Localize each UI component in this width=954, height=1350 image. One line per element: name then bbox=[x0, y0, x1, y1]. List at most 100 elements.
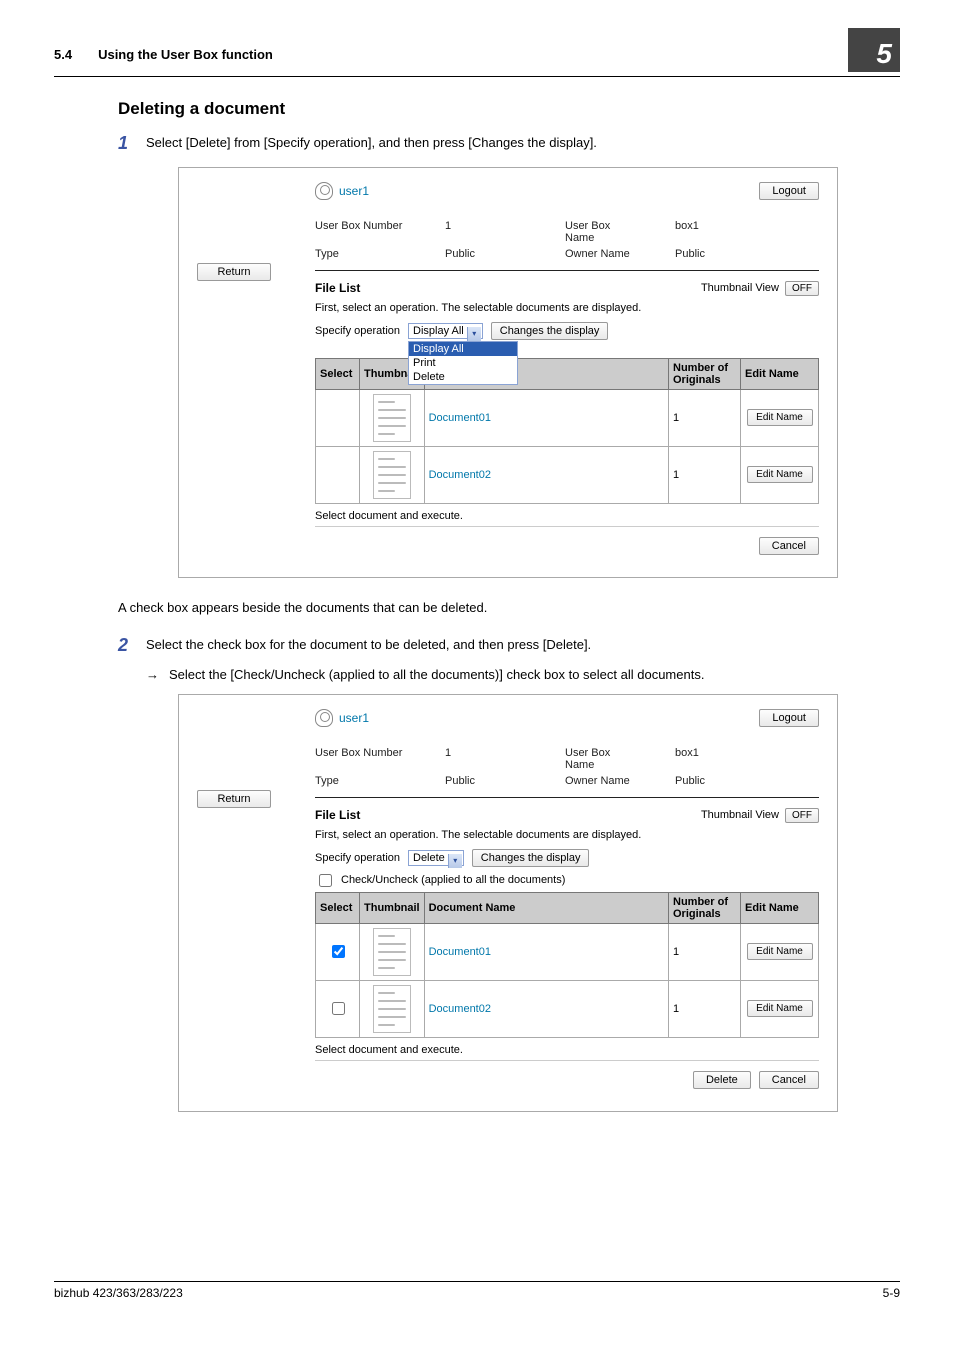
chevron-down-icon: ▾ bbox=[467, 327, 481, 341]
logout-button[interactable]: Logout bbox=[759, 182, 819, 200]
table-row: Document02 1 Edit Name bbox=[316, 980, 819, 1037]
table-row: Document01 1 Edit Name bbox=[316, 389, 819, 446]
username: user1 bbox=[339, 711, 369, 725]
type-label: Type bbox=[315, 775, 445, 787]
cancel-button[interactable]: Cancel bbox=[759, 1071, 819, 1089]
row-checkbox[interactable] bbox=[332, 1002, 345, 1015]
check-uncheck-all[interactable] bbox=[319, 874, 332, 887]
edit-name-button[interactable]: Edit Name bbox=[747, 466, 813, 483]
step-1: 1 Select [Delete] from [Specify operatio… bbox=[118, 133, 900, 155]
col-select: Select bbox=[316, 358, 360, 389]
table-row: Document01 1 Edit Name bbox=[316, 923, 819, 980]
type-value: Public bbox=[445, 775, 565, 787]
thumbnail-view-off-button[interactable]: OFF bbox=[785, 808, 819, 823]
option-display-all[interactable]: Display All bbox=[409, 342, 517, 356]
edit-name-button[interactable]: Edit Name bbox=[747, 943, 813, 960]
col-select: Select bbox=[316, 892, 360, 923]
chapter-badge: 5 bbox=[848, 28, 900, 72]
changes-display-button[interactable]: Changes the display bbox=[472, 849, 590, 867]
col-thumbnail: Thumbnail bbox=[360, 892, 425, 923]
app-screenshot-2: Return user1 Logout User Box Number 1 Us… bbox=[178, 694, 838, 1112]
col-editname: Edit Name bbox=[741, 892, 819, 923]
step-2: 2 Select the check box for the document … bbox=[118, 635, 900, 657]
step-text: Select the check box for the document to… bbox=[146, 635, 591, 657]
box-number-value: 1 bbox=[445, 220, 565, 244]
logout-button[interactable]: Logout bbox=[759, 709, 819, 727]
step-number: 2 bbox=[118, 635, 146, 657]
doc-name[interactable]: Document02 bbox=[429, 1003, 491, 1015]
box-number-label: User Box Number bbox=[315, 220, 445, 244]
owner-label: Owner Name bbox=[565, 248, 675, 260]
changes-display-button[interactable]: Changes the display bbox=[491, 322, 609, 340]
cancel-button[interactable]: Cancel bbox=[759, 537, 819, 555]
step-number: 1 bbox=[118, 133, 146, 155]
num-originals: 1 bbox=[669, 389, 741, 446]
col-docname: Document Name bbox=[424, 892, 668, 923]
file-list-label: File List bbox=[315, 808, 360, 822]
specify-operation-label: Specify operation bbox=[315, 852, 400, 864]
specify-operation-dropdown[interactable]: Display All Print Delete bbox=[408, 341, 518, 385]
table-row: Document02 1 Edit Name bbox=[316, 446, 819, 503]
thumbnail-icon bbox=[373, 394, 411, 442]
arrow-icon: → bbox=[146, 667, 159, 682]
footer-right: 5-9 bbox=[883, 1286, 900, 1300]
option-delete[interactable]: Delete bbox=[409, 370, 517, 384]
return-button[interactable]: Return bbox=[197, 790, 271, 808]
specify-operation-label: Specify operation bbox=[315, 325, 400, 337]
box-number-value: 1 bbox=[445, 747, 565, 771]
col-editname: Edit Name bbox=[741, 358, 819, 389]
select-execute-msg: Select document and execute. bbox=[315, 1044, 819, 1056]
delete-button[interactable]: Delete bbox=[693, 1071, 751, 1089]
owner-label: Owner Name bbox=[565, 775, 675, 787]
box-name-value: box1 bbox=[675, 220, 819, 244]
col-numorig: Number of Originals bbox=[669, 358, 741, 389]
num-originals: 1 bbox=[669, 980, 741, 1037]
thumbnail-view-off-button[interactable]: OFF bbox=[785, 281, 819, 296]
footer-left: bizhub 423/363/283/223 bbox=[54, 1286, 183, 1300]
thumbnail-icon bbox=[373, 928, 411, 976]
type-label: Type bbox=[315, 248, 445, 260]
thumbnail-icon bbox=[373, 451, 411, 499]
user-icon bbox=[315, 182, 333, 200]
user-icon bbox=[315, 709, 333, 727]
option-print[interactable]: Print bbox=[409, 356, 517, 370]
num-originals: 1 bbox=[669, 923, 741, 980]
return-button[interactable]: Return bbox=[197, 263, 271, 281]
page-header: 5.4 Using the User Box function 5 bbox=[54, 36, 900, 77]
col-numorig: Number of Originals bbox=[669, 892, 741, 923]
select-execute-msg: Select document and execute. bbox=[315, 510, 819, 522]
after-shot-1-text: A check box appears beside the documents… bbox=[118, 598, 900, 618]
page-footer: bizhub 423/363/283/223 5-9 bbox=[54, 1281, 900, 1300]
num-originals: 1 bbox=[669, 446, 741, 503]
box-name-label: User Box Name bbox=[565, 220, 675, 244]
specify-operation-select[interactable]: Display All ▾ Display All Print Delete bbox=[408, 325, 483, 337]
edit-name-button[interactable]: Edit Name bbox=[747, 1000, 813, 1017]
edit-name-button[interactable]: Edit Name bbox=[747, 409, 813, 426]
first-hint: First, select an operation. The selectab… bbox=[315, 829, 819, 841]
thumbnail-view-label: Thumbnail View bbox=[701, 282, 779, 294]
file-list-label: File List bbox=[315, 281, 360, 295]
doc-name[interactable]: Document01 bbox=[429, 946, 491, 958]
doc-name[interactable]: Document01 bbox=[429, 412, 491, 424]
owner-value: Public bbox=[675, 248, 819, 260]
doc-name[interactable]: Document02 bbox=[429, 469, 491, 481]
chevron-down-icon: ▾ bbox=[448, 854, 462, 868]
row-checkbox[interactable] bbox=[332, 945, 345, 958]
box-number-label: User Box Number bbox=[315, 747, 445, 771]
step-2-bullet: → Select the [Check/Uncheck (applied to … bbox=[146, 667, 900, 682]
section-title: Using the User Box function bbox=[98, 47, 273, 62]
thumbnail-icon bbox=[373, 985, 411, 1033]
thumbnail-view-label: Thumbnail View bbox=[701, 809, 779, 821]
specify-operation-select[interactable]: Delete ▾ bbox=[408, 852, 464, 864]
box-name-value: box1 bbox=[675, 747, 819, 771]
step-text: Select [Delete] from [Specify operation]… bbox=[146, 133, 597, 155]
type-value: Public bbox=[445, 248, 565, 260]
username: user1 bbox=[339, 184, 369, 198]
box-name-label: User Box Name bbox=[565, 747, 675, 771]
subheading: Deleting a document bbox=[118, 99, 900, 119]
check-uncheck-label: Check/Uncheck (applied to all the docume… bbox=[341, 874, 565, 886]
first-hint: First, select an operation. The selectab… bbox=[315, 302, 819, 314]
owner-value: Public bbox=[675, 775, 819, 787]
app-screenshot-1: Return user1 Logout User Box Number 1 Us… bbox=[178, 167, 838, 578]
section-number: 5.4 bbox=[54, 47, 72, 62]
